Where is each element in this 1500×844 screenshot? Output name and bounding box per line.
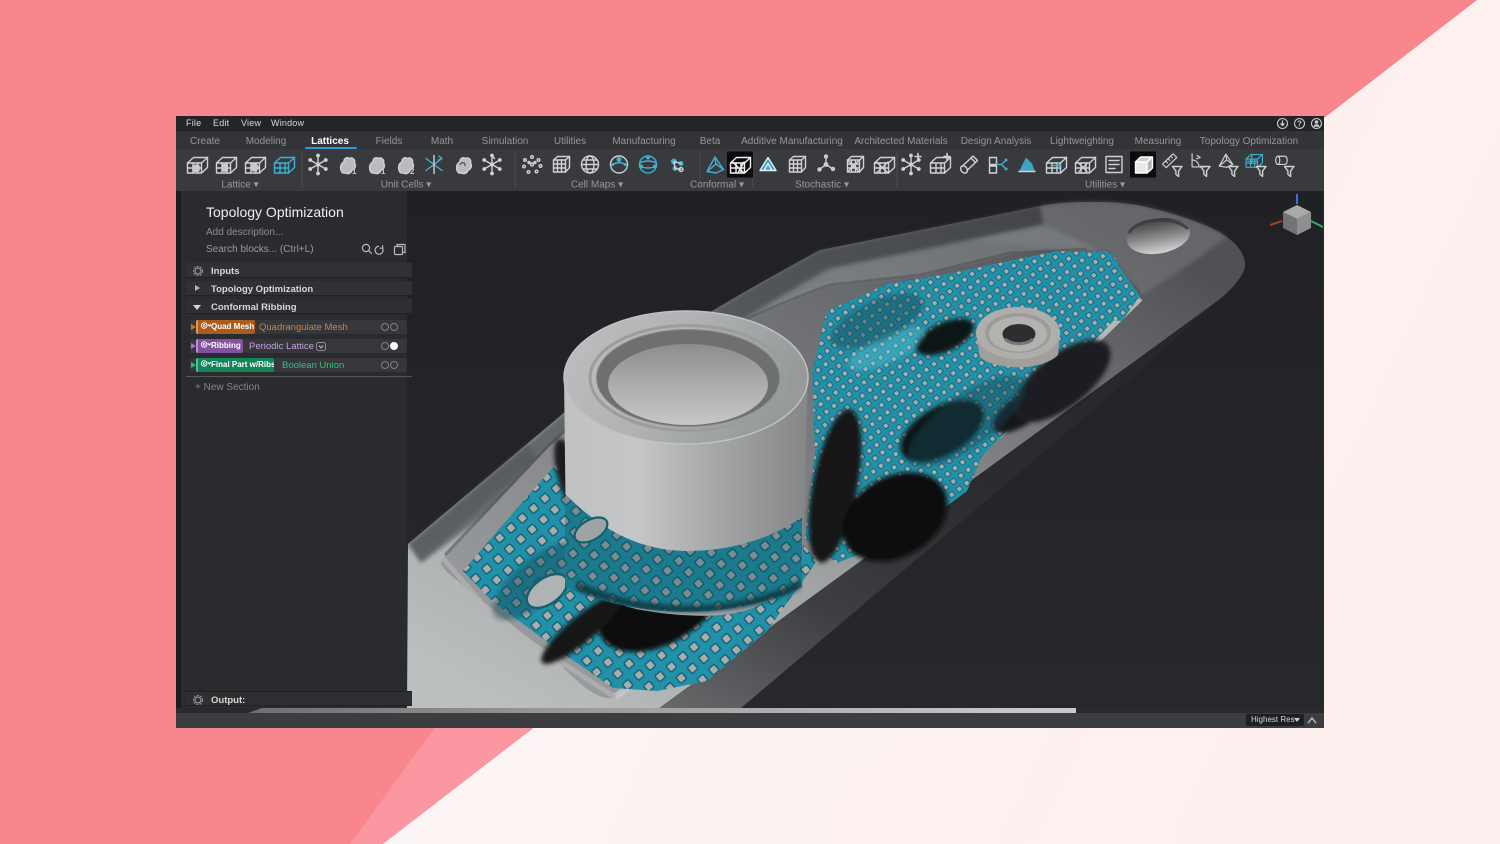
svg-text:Conformal ▾: Conformal ▾	[690, 180, 744, 191]
svg-text:Cell Maps ▾: Cell Maps ▾	[571, 180, 623, 191]
svg-text:1: 1	[381, 167, 386, 176]
svg-text:1: 1	[352, 167, 357, 176]
svg-text:2: 2	[410, 167, 415, 176]
svg-text:Utilities ▾: Utilities ▾	[1085, 180, 1125, 191]
svg-text:Stochastic ▾: Stochastic ▾	[795, 180, 849, 191]
svg-text:Lattice ▾: Lattice ▾	[221, 180, 258, 191]
svg-text:?: ?	[1297, 120, 1302, 129]
svg-text:Unit Cells ▾: Unit Cells ▾	[381, 180, 432, 191]
